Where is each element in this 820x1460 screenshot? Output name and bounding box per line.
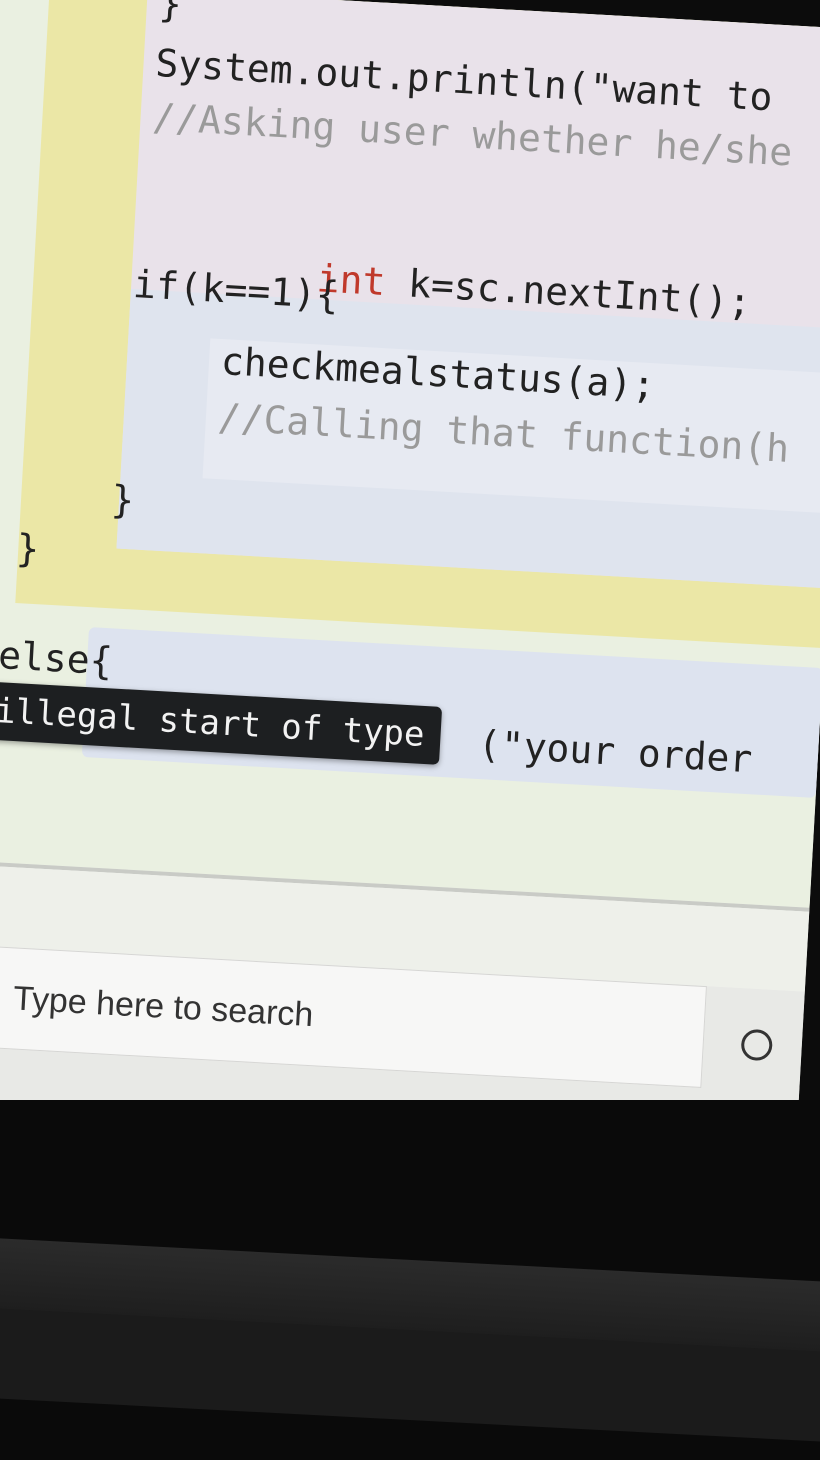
photo-stage: } System.out.println("want to //Asking u… (0, 0, 820, 1460)
code-line-brace-top: } (157, 0, 184, 27)
code-line-else: else{ (0, 633, 114, 684)
code-editor[interactable]: } System.out.println("want to //Asking u… (0, 0, 820, 908)
code-line-method-close: } (15, 525, 41, 572)
code-line-if-close: } (109, 477, 136, 523)
cortana-icon[interactable] (736, 1024, 778, 1066)
code-line-if: if(k==1){ (132, 262, 341, 318)
monitor-screen: } System.out.println("want to //Asking u… (0, 0, 820, 1148)
code-int-rest: k=sc.nextInt(); (384, 260, 753, 325)
